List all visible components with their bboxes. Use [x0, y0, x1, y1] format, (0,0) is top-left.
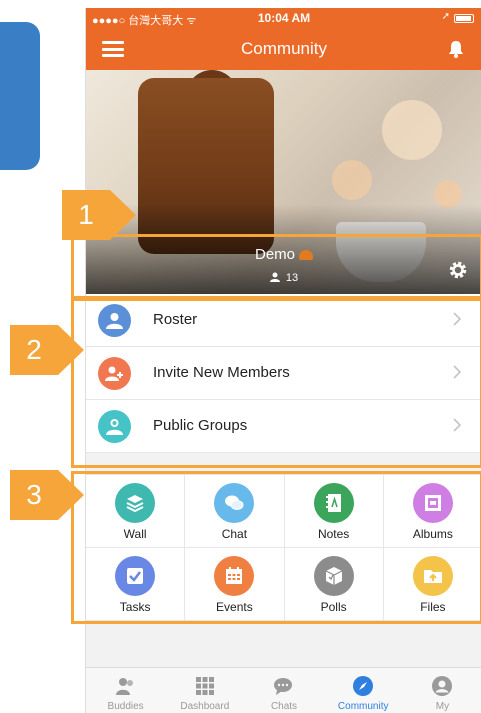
- page-title: Community: [241, 39, 327, 58]
- buddies-icon: [115, 678, 133, 695]
- screen-root: ●●●●○ 台灣大哥大 ᯤ 10:04 AM ➚ Community Demo: [0, 0, 481, 713]
- tab-label: Dashboard: [180, 701, 230, 712]
- tab-label: My: [435, 701, 450, 712]
- chats-icon: [274, 678, 292, 695]
- side-tab-decoration: [0, 22, 40, 170]
- tab-buddies[interactable]: Buddies: [86, 668, 165, 713]
- annotation-box-2: [71, 296, 481, 468]
- annotation-arrow: [58, 325, 84, 375]
- annotation-marker-1: 1: [62, 190, 138, 240]
- tab-dashboard[interactable]: Dashboard: [165, 668, 244, 713]
- location-arrow-icon: ➚: [441, 11, 450, 22]
- annotation-arrow: [110, 190, 136, 240]
- tab-community[interactable]: Community: [324, 668, 403, 713]
- profile-icon: [432, 676, 453, 696]
- nav-bar: Community: [86, 28, 481, 70]
- annotation-arrow: [58, 470, 84, 520]
- cover-photo-detail: [332, 160, 372, 200]
- dashboard-grid-icon: [195, 677, 214, 695]
- annotation-number: 2: [10, 325, 58, 375]
- tab-label: Community: [337, 701, 389, 712]
- tab-my[interactable]: My: [403, 668, 481, 713]
- compass-icon: [353, 676, 374, 696]
- status-bar: ●●●●○ 台灣大哥大 ᯤ 10:04 AM ➚: [86, 8, 481, 28]
- annotation-number: 3: [10, 470, 58, 520]
- annotation-box-3: [71, 471, 481, 624]
- bottom-tab-bar: Buddies Dashboard Chats Community My: [86, 667, 481, 713]
- battery-icon: [454, 14, 474, 23]
- tab-label: Chats: [270, 701, 298, 712]
- cover-photo-detail: [382, 100, 442, 160]
- clock: 10:04 AM: [257, 11, 311, 25]
- annotation-marker-3: 3: [10, 470, 86, 520]
- annotation-box-1: [71, 234, 481, 301]
- bell-icon[interactable]: [446, 39, 466, 59]
- annotation-number: 1: [62, 190, 110, 240]
- tab-label: Buddies: [107, 701, 144, 712]
- tab-chats[interactable]: Chats: [244, 668, 323, 713]
- annotation-marker-2: 2: [10, 325, 86, 375]
